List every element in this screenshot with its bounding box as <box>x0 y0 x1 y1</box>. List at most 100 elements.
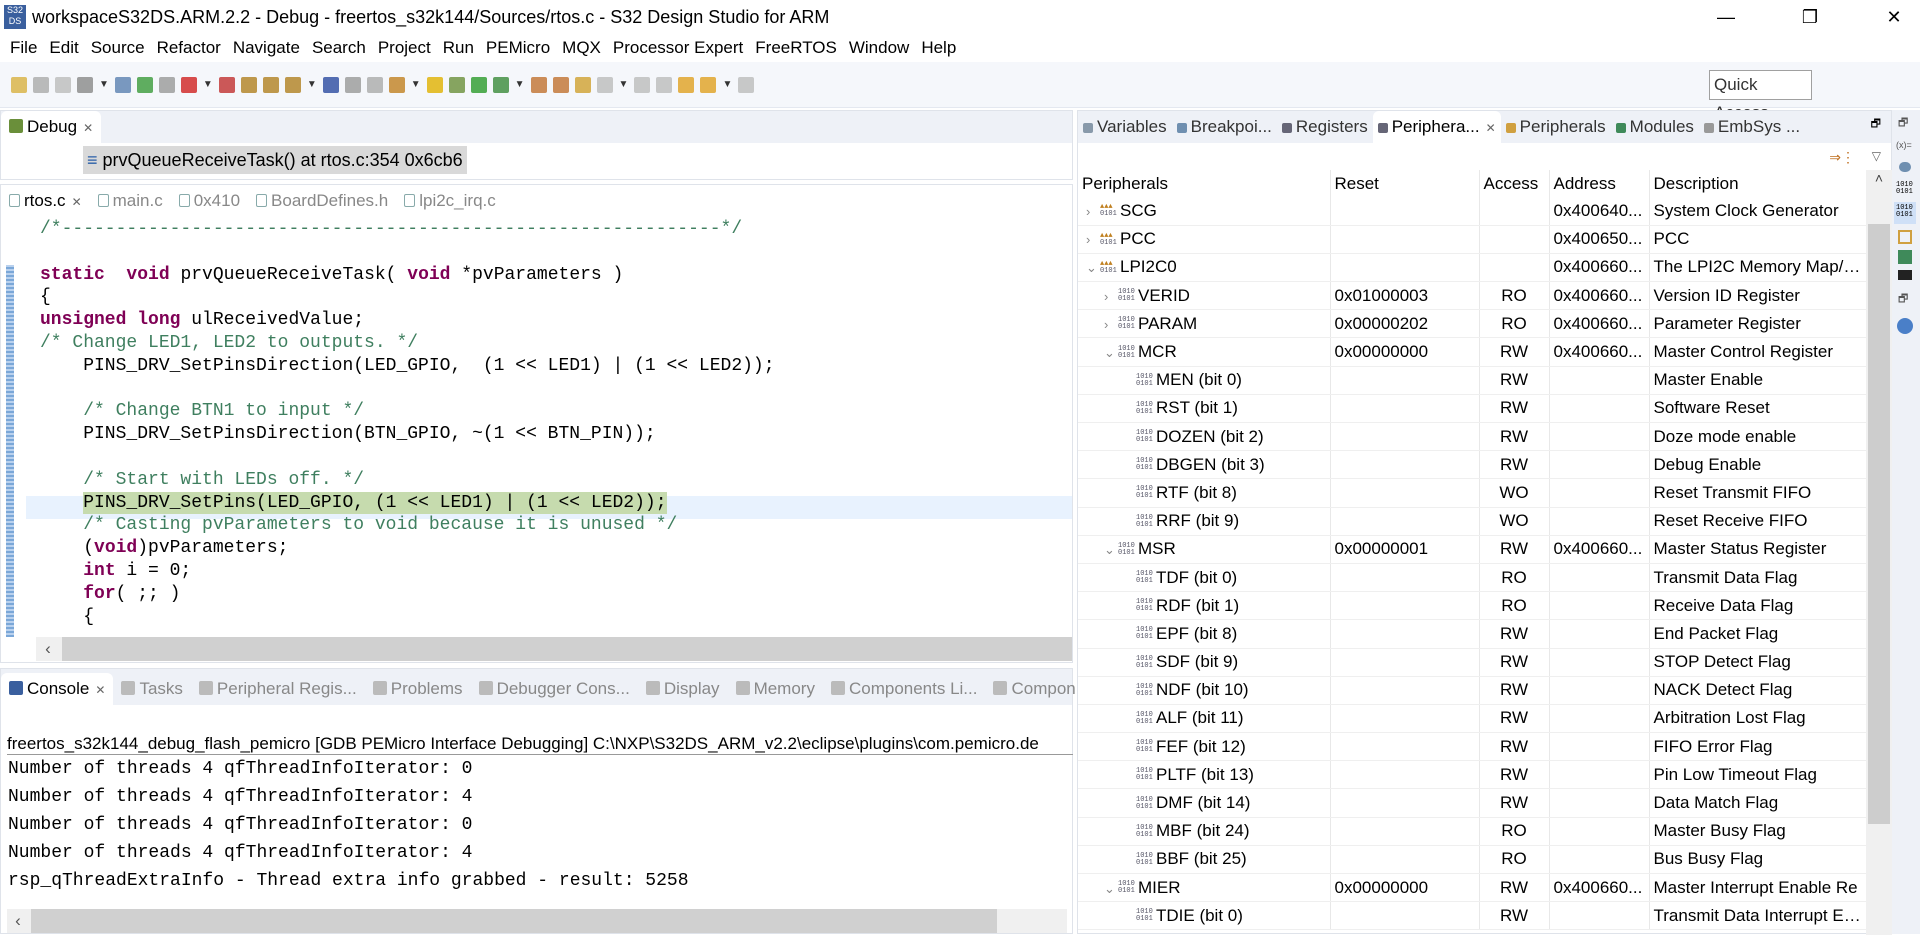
debug-perspective-icon[interactable] <box>1897 318 1913 334</box>
expand-icon[interactable]: › <box>1086 204 1100 219</box>
table-row[interactable]: 1010 0101 DBGEN (bit 3) RW Debug Enable <box>1078 450 1867 480</box>
toolbar-dropdown-icon[interactable]: ▼ <box>619 79 629 90</box>
tab-0x410[interactable]: 0x410 <box>171 185 248 217</box>
table-row[interactable]: 1010 0101 MBF (bit 24) RO Master Busy Flag <box>1078 817 1867 846</box>
table-row[interactable]: 1010 0101 NDF (bit 10) RW NACK Detect Flag <box>1078 676 1867 705</box>
table-row[interactable]: 1010 0101 RST (bit 1) RW Software Reset <box>1078 394 1867 424</box>
minimize-view-icon[interactable]: 🗗 <box>1861 111 1891 138</box>
column-header-description[interactable]: Description <box>1649 170 1867 197</box>
toolbar-icon-8[interactable] <box>218 76 235 93</box>
toolbar-icon-2[interactable] <box>55 76 71 93</box>
tab-embsys----[interactable]: EmbSys ... <box>1699 111 1805 143</box>
tab-registers[interactable]: Registers <box>1277 111 1373 143</box>
table-row[interactable]: › 1010 0101 PARAM 0x00000202 RO 0x400660... Par… <box>1078 309 1867 339</box>
tab-main-c[interactable]: main.c <box>90 185 171 217</box>
toolbar-dropdown-icon[interactable]: ▼ <box>722 79 732 90</box>
tab-tasks[interactable]: Tasks <box>113 673 190 705</box>
table-row[interactable]: 1010 0101 TDIE (bit 0) RW Transmit Data Inte… <box>1078 901 1867 931</box>
menu-processor-expert[interactable]: Processor Expert <box>613 38 743 58</box>
toolbar-icon-12[interactable] <box>322 76 339 93</box>
restore-button[interactable]: ❐ <box>1782 0 1838 34</box>
registers-icon[interactable]: 1010 0101 <box>1896 182 1913 196</box>
restore-icon[interactable]: 🗗 <box>1898 114 1908 133</box>
tab-boarddefines-h[interactable]: BoardDefines.h <box>248 185 396 217</box>
close-button[interactable]: ✕ <box>1866 0 1920 34</box>
table-row[interactable]: 1010 0101 MEN (bit 0) RW Master Enable <box>1078 366 1867 395</box>
menu-edit[interactable]: Edit <box>49 38 78 58</box>
menu-pemicro[interactable]: PEMicro <box>486 38 550 58</box>
tab-modules[interactable]: Modules <box>1611 111 1699 143</box>
tab-memory[interactable]: Memory <box>728 673 823 705</box>
toolbar-icon-27[interactable] <box>700 76 717 93</box>
toolbar-dropdown-icon[interactable]: ▼ <box>99 79 109 90</box>
toolbar-icon-26[interactable] <box>678 76 695 93</box>
toolbar-icon-15[interactable] <box>388 76 405 93</box>
table-row[interactable]: 1010 0101 TDF (bit 0) RO Transmit Data Flag <box>1078 563 1867 593</box>
column-header-access[interactable]: Access <box>1479 170 1550 197</box>
toolbar-icon-13[interactable] <box>344 76 361 93</box>
scroll-up-icon[interactable]: ˄ <box>1866 170 1892 192</box>
tab-peripherals[interactable]: Peripherals <box>1501 111 1611 143</box>
toolbar-icon-11[interactable] <box>284 76 301 93</box>
toolbar-icon-18[interactable] <box>470 76 487 93</box>
table-row[interactable]: ⌄ ▲▲▲ 0101 LPI2C0 0x400660... The LPI2C Memor… <box>1078 253 1867 283</box>
table-row[interactable]: ⌄ 1010 0101 MCR 0x00000000 RW 0x400660... Maste… <box>1078 337 1867 367</box>
breakpoints-icon[interactable] <box>1899 162 1911 172</box>
tab-lpi2c-irq-c[interactable]: lpi2c_irq.c <box>396 185 504 217</box>
toolbar-icon-7[interactable] <box>180 76 197 93</box>
toolbar-icon-22[interactable] <box>574 76 591 93</box>
menu-project[interactable]: Project <box>378 38 431 58</box>
column-header-address[interactable]: Address <box>1549 170 1650 197</box>
toolbar-icon-3[interactable] <box>77 76 93 93</box>
toolbar-icon-23[interactable] <box>596 76 613 93</box>
collapse-icon[interactable]: ⌄ <box>1086 260 1100 276</box>
scroll-left-icon[interactable]: ‹ <box>7 909 29 933</box>
close-icon[interactable]: ✕ <box>95 683 105 697</box>
toolbar-icon-24[interactable] <box>634 76 651 93</box>
restore-icon[interactable]: 🗗 <box>1898 290 1908 309</box>
editor-hscrollbar[interactable]: ‹ <box>36 637 1072 661</box>
toolbar-icon-16[interactable] <box>426 76 443 93</box>
scroll-left-icon[interactable]: ‹ <box>36 637 60 661</box>
menu-freertos[interactable]: FreeRTOS <box>755 38 837 58</box>
table-row[interactable]: › ▲▲▲ 0101 PCC 0x400650... PCC <box>1078 225 1867 254</box>
menu-help[interactable]: Help <box>921 38 956 58</box>
toolbar-icon-14[interactable] <box>366 76 383 93</box>
peripherals-tree-icon[interactable] <box>1898 230 1912 244</box>
column-header-peripherals[interactable]: Peripherals <box>1078 170 1331 197</box>
tab-problems[interactable]: Problems <box>365 673 471 705</box>
menu-window[interactable]: Window <box>849 38 909 58</box>
table-row[interactable]: 1010 0101 RRF (bit 9) WO Reset Receive FIFO <box>1078 507 1867 536</box>
menu-source[interactable]: Source <box>91 38 145 58</box>
table-row[interactable]: 1010 0101 RDF (bit 1) RO Receive Data Flag <box>1078 591 1867 621</box>
table-row[interactable]: 1010 0101 EPF (bit 8) RW End Packet Flag <box>1078 619 1867 649</box>
column-header-reset[interactable]: Reset <box>1330 170 1480 197</box>
table-vscrollbar[interactable]: ˄ <box>1866 170 1892 935</box>
code-editor[interactable]: /*--------------------------------------… <box>26 218 1072 637</box>
table-row[interactable]: 1010 0101 FEF (bit 12) RW FIFO Error Flag <box>1078 732 1867 762</box>
console-output[interactable]: Number of threads 4 qfThreadInfoIterator… <box>1 755 1067 895</box>
toolbar-dropdown-icon[interactable]: ▼ <box>203 79 213 90</box>
scroll-thumb[interactable] <box>62 637 1072 661</box>
table-row[interactable]: 1010 0101 DOZEN (bit 2) RW Doze mode enable <box>1078 422 1867 452</box>
modules-icon[interactable] <box>1898 250 1912 264</box>
table-row[interactable]: ⌄ 1010 0101 MIER 0x00000000 RW 0x400660... Mast… <box>1078 873 1867 903</box>
table-row[interactable]: › 1010 0101 VERID 0x01000003 RO 0x400660... Ver… <box>1078 281 1867 311</box>
table-row[interactable]: › ▲▲▲ 0101 SCG 0x400640... System Clock Gener… <box>1078 197 1867 226</box>
expand-icon[interactable]: › <box>1104 317 1118 332</box>
toolbar-icon-0[interactable] <box>11 76 27 93</box>
table-row[interactable]: 1010 0101 RTF (bit 8) WO Reset Transmit FIFO <box>1078 478 1867 508</box>
variables-icon[interactable]: (x)= <box>1896 140 1912 150</box>
toolbar-icon-5[interactable] <box>136 76 153 93</box>
toolbar-dropdown-icon[interactable]: ▼ <box>411 79 421 90</box>
expand-icon[interactable]: › <box>1086 232 1100 247</box>
toolbar-icon-17[interactable] <box>448 76 465 93</box>
tab-periphera---[interactable]: Periphera... ✕ <box>1372 111 1501 143</box>
table-row[interactable]: 1010 0101 BBF (bit 25) RO Bus Busy Flag <box>1078 845 1867 875</box>
toolbar-icon-10[interactable] <box>262 76 279 93</box>
menu-run[interactable]: Run <box>443 38 474 58</box>
toolbar-icon-1[interactable] <box>33 76 49 93</box>
console-hscrollbar[interactable]: ‹ <box>7 909 1067 933</box>
table-row[interactable]: 1010 0101 DMF (bit 14) RW Data Match Flag <box>1078 788 1867 818</box>
tab-compon[interactable]: Compon <box>985 673 1083 705</box>
